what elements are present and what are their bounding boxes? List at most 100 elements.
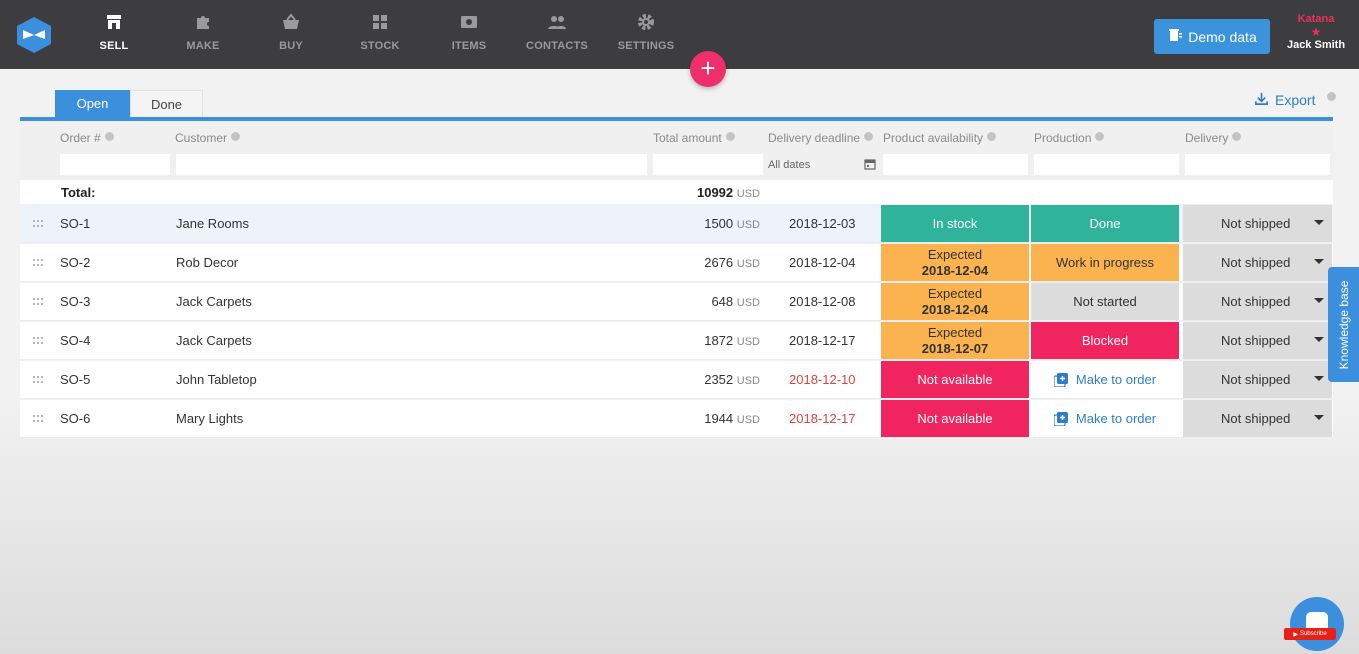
availability-badge[interactable]: Expected 2018-12-04 (881, 283, 1029, 320)
drag-handle-icon[interactable] (33, 415, 43, 423)
export-info-icon[interactable] (1327, 92, 1336, 101)
column-header-availability[interactable]: Product availability (883, 131, 997, 145)
chat-button[interactable] (1290, 597, 1344, 651)
delivery-status: Not shipped (1221, 332, 1291, 348)
availability-badge[interactable]: Not available (881, 400, 1029, 437)
user-menu[interactable]: Katana ★ Jack Smith (1280, 13, 1352, 51)
production-filter-input[interactable] (1034, 154, 1179, 175)
production-text: Blocked (1081, 332, 1129, 348)
column-header-deadline[interactable]: Delivery deadline (768, 131, 874, 145)
production-badge[interactable]: Done (1031, 205, 1179, 242)
delivery-dropdown[interactable]: Not shipped (1183, 322, 1332, 359)
table-row[interactable]: SO-5 John Tabletop 2352 USD 2018-12-10 N… (20, 361, 1333, 399)
nav-make[interactable]: MAKE (163, 12, 243, 62)
people-icon (517, 12, 597, 36)
drag-handle-icon[interactable] (33, 337, 43, 345)
production-badge[interactable]: Not started (1031, 283, 1179, 320)
table-row[interactable]: SO-3 Jack Carpets 648 USD 2018-12-08 Exp… (20, 283, 1333, 321)
availability-date: 2018-12-04 (921, 262, 989, 278)
nav-settings-label: SETTINGS (617, 40, 675, 52)
info-icon (1232, 132, 1242, 142)
nav-settings[interactable]: SETTINGS (606, 12, 686, 62)
info-icon (725, 132, 735, 142)
order-amount: 1872 USD (620, 333, 760, 348)
column-header-total[interactable]: Total amount (653, 131, 735, 145)
knowledge-base-tab[interactable]: Knowledge base (1328, 267, 1359, 382)
order-number[interactable]: SO-5 (60, 372, 90, 387)
total-filter-input[interactable] (653, 154, 763, 175)
column-header-order-label: Order # (60, 131, 101, 145)
table-row[interactable]: SO-6 Mary Lights 1944 USD 2018-12-17 Not… (20, 400, 1333, 438)
demo-data-button[interactable]: Demo data (1154, 19, 1270, 54)
order-number[interactable]: SO-4 (60, 333, 90, 348)
total-label: Total: (61, 185, 96, 200)
amount-currency: USD (736, 219, 760, 231)
delivery-dropdown[interactable]: Not shipped (1183, 361, 1332, 398)
caret-down-icon (1314, 259, 1324, 264)
delivery-deadline: 2018-12-03 (789, 216, 856, 231)
production-badge[interactable]: Work in progress (1031, 244, 1179, 281)
deadline-filter-value: All dates (768, 158, 811, 171)
nav-stock[interactable]: STOCK (340, 12, 420, 62)
availability-badge[interactable]: Expected 2018-12-04 (881, 244, 1029, 281)
customer-name: John Tabletop (176, 372, 257, 387)
total-amount-value: 10992 (696, 185, 734, 200)
amount-currency: USD (736, 258, 760, 270)
deadline-filter[interactable]: All dates (764, 154, 879, 175)
production-text: Done (1089, 215, 1121, 231)
katana-logo[interactable] (15, 16, 53, 54)
delivery-status: Not shipped (1221, 254, 1291, 270)
column-header-delivery[interactable]: Delivery (1185, 131, 1242, 145)
order-number[interactable]: SO-2 (60, 255, 90, 270)
user-name: Jack Smith (1286, 39, 1346, 51)
column-header-customer[interactable]: Customer (175, 131, 241, 145)
nav-sell[interactable]: SELL (74, 12, 154, 62)
subscribe-badge[interactable]: ▶ Subscribe (1284, 628, 1336, 640)
column-header-production[interactable]: Production (1034, 131, 1105, 145)
order-number[interactable]: SO-1 (60, 216, 90, 231)
tab-done[interactable]: Done (130, 90, 203, 117)
table-row[interactable]: SO-4 Jack Carpets 1872 USD 2018-12-17 Ex… (20, 322, 1333, 360)
delivery-status: Not shipped (1221, 293, 1291, 309)
export-button[interactable]: Export (1254, 91, 1315, 109)
nav-contacts[interactable]: CONTACTS (517, 12, 597, 62)
info-icon (104, 132, 114, 142)
delivery-dropdown[interactable]: Not shipped (1183, 244, 1332, 281)
table-row[interactable]: SO-2 Rob Decor 2676 USD 2018-12-04 Expec… (20, 244, 1333, 282)
stock-icon (340, 12, 420, 36)
drag-handle-icon[interactable] (33, 220, 43, 228)
order-number[interactable]: SO-3 (60, 294, 90, 309)
drag-handle-icon[interactable] (33, 376, 43, 384)
gear-icon (606, 12, 686, 36)
availability-badge[interactable]: Expected 2018-12-07 (881, 322, 1029, 359)
delivery-dropdown[interactable]: Not shipped (1183, 400, 1332, 437)
info-icon (987, 132, 997, 142)
add-square-icon (1053, 411, 1068, 426)
delivery-deadline: 2018-12-08 (789, 294, 856, 309)
availability-badge[interactable]: Not available (881, 361, 1029, 398)
make-to-order-label: Make to order (1075, 371, 1157, 387)
availability-filter-input[interactable] (883, 154, 1028, 175)
tab-open[interactable]: Open (55, 90, 130, 117)
make-to-order-button[interactable]: Make to order (1031, 361, 1179, 398)
drag-handle-icon[interactable] (33, 259, 43, 267)
subscribe-label: Subscribe (1299, 631, 1327, 637)
order-number[interactable]: SO-6 (60, 411, 90, 426)
caret-down-icon (1314, 298, 1324, 303)
order-filter-input[interactable] (60, 154, 170, 175)
delivery-dropdown[interactable]: Not shipped (1183, 205, 1332, 242)
add-order-button[interactable]: + (690, 51, 726, 87)
nav-items-label: ITEMS (451, 40, 487, 52)
nav-buy[interactable]: BUY (251, 12, 331, 62)
delivery-filter-input[interactable] (1185, 154, 1330, 175)
delivery-dropdown[interactable]: Not shipped (1183, 283, 1332, 320)
nav-items[interactable]: ITEMS (429, 12, 509, 62)
drag-handle-icon[interactable] (33, 298, 43, 306)
customer-name: Rob Decor (176, 255, 239, 270)
customer-filter-input[interactable] (176, 154, 647, 175)
availability-badge[interactable]: In stock (881, 205, 1029, 242)
column-header-order[interactable]: Order # (60, 131, 114, 145)
production-badge[interactable]: Blocked (1031, 322, 1179, 359)
table-row[interactable]: SO-1 Jane Rooms 1500 USD 2018-12-03 In s… (20, 205, 1333, 243)
make-to-order-button[interactable]: Make to order (1031, 400, 1179, 437)
